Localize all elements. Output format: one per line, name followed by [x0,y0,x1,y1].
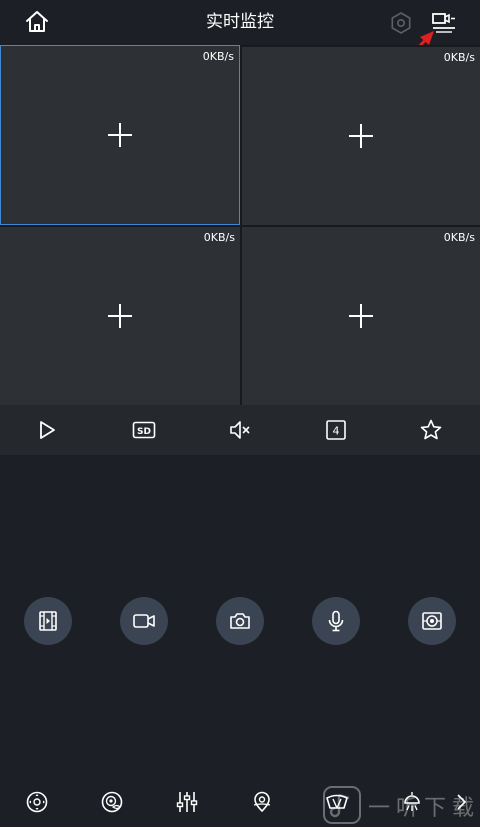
control-buttons [0,597,480,647]
bottom-function-bar [0,787,480,823]
video-cell-2[interactable]: 0KB/s [242,47,480,225]
add-camera-icon[interactable] [348,123,374,149]
fisheye-icon [422,612,442,630]
video-cell-3[interactable]: 0KB/s [0,227,240,405]
video-cell-1[interactable]: 0KB/s [0,45,240,225]
bitrate-label: 0KB/s [202,50,234,63]
fisheye-button[interactable] [408,597,456,645]
split-count-icon[interactable]: 4 [324,418,348,442]
location-pin-icon[interactable] [250,790,274,814]
playback-toolbar: SD 4 [0,405,480,455]
add-camera-icon[interactable] [107,303,133,329]
add-camera-icon[interactable] [107,122,133,148]
top-bar: 实时监控 [0,0,480,44]
split-screen-icon[interactable] [431,10,457,34]
video-cell-4[interactable]: 0KB/s [242,227,480,405]
ptz-direction-icon[interactable] [25,790,49,814]
chevron-right-icon[interactable] [452,790,472,814]
video-grid: 0KB/s 0KB/s 0KB/s 0KB/s [0,45,480,405]
play-icon[interactable] [35,418,59,442]
sd-label: SD [137,427,151,437]
favorite-star-icon[interactable] [419,418,443,442]
settings-icon[interactable] [389,11,413,35]
eye-view-icon[interactable] [100,790,124,814]
snapshot-button[interactable] [216,597,264,645]
sd-quality-icon[interactable]: SD [132,418,156,442]
snapshot-camera-icon [230,613,250,629]
playback-button[interactable] [24,597,72,645]
light-icon[interactable] [400,790,424,814]
talk-button[interactable] [312,597,360,645]
record-button[interactable] [120,597,168,645]
record-video-icon [133,614,155,628]
bitrate-label: 0KB/s [203,231,235,244]
bitrate-label: 0KB/s [443,51,475,64]
split-count-label: 4 [333,425,340,438]
bitrate-label: 0KB/s [443,231,475,244]
microphone-icon [328,610,344,632]
wiper-icon[interactable] [325,790,349,814]
sliders-adjust-icon[interactable] [175,790,199,814]
add-camera-icon[interactable] [348,303,374,329]
playback-film-icon [39,611,57,631]
mute-icon[interactable] [228,418,252,442]
